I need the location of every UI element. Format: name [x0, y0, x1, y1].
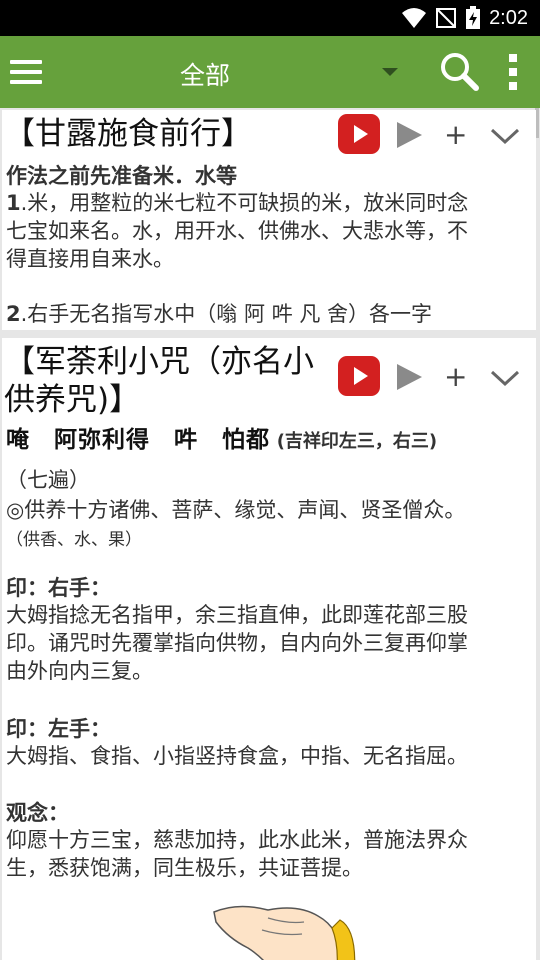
add-icon[interactable]: +: [444, 360, 472, 396]
visualize-text: 生，悉获饱满，同生极乐，共证菩提。: [6, 856, 363, 880]
mantra-line: 唵 阿弥利得 吽 怕都 (吉祥印左三，右三): [6, 426, 437, 456]
menu-button[interactable]: [8, 50, 48, 94]
mantra-text: 唵 阿弥利得 吽 怕都: [6, 427, 270, 453]
category-dropdown[interactable]: 全部: [140, 50, 410, 94]
offering-line: ◎供养十方诸佛、菩萨、缘觉、声闻、贤圣僧众。: [6, 498, 466, 522]
overflow-menu-button[interactable]: [500, 50, 526, 94]
search-button[interactable]: [438, 50, 482, 94]
list-item: 【军荼利小咒（亦名小 供养咒)】 + 唵 阿弥利得 吽 怕都 (吉祥印左三，右三…: [2, 338, 536, 960]
play-icon[interactable]: [394, 362, 424, 392]
repeat-line: （七遍）: [6, 468, 90, 492]
left-hand-label: 印：左手：: [6, 717, 111, 741]
right-hand-text: 印。诵咒时先覆掌指向供物，自内向外三复再仰掌: [6, 631, 468, 655]
item-line: 2.右手无名指写水中（嗡 阿 吽 凡 舍）各一字: [6, 300, 432, 328]
visualize-text: 仰愿十方三宝，慈悲加持，此水此米，普施法界众: [6, 828, 468, 852]
hamburger-bar: [10, 70, 42, 74]
item-title: 【甘露施食前行】: [4, 116, 252, 152]
hamburger-bar: [10, 80, 42, 84]
wifi-icon: [402, 8, 427, 28]
youtube-icon[interactable]: [338, 114, 380, 154]
chevron-down-icon[interactable]: [488, 118, 522, 154]
item-line: 1.米，用整粒的米七粒不可缺损的米，放米同时念: [6, 189, 468, 217]
dropdown-arrow-icon: [382, 68, 398, 76]
line-bold: 作法之前先准备米．水等: [6, 164, 237, 188]
battery-charging-icon: [466, 6, 481, 29]
line-text: .右手无名指写水中（嗡 阿 吽 凡 舍）各一字: [20, 302, 432, 326]
right-hand-text: 大姆指捻无名指甲，余三指直伸，此即莲花部三股: [6, 603, 468, 627]
item-line: 得直接用自来水。: [6, 245, 174, 273]
item-title-cont: 供养咒)】: [4, 382, 141, 418]
visualize-label: 观念：: [6, 801, 69, 825]
youtube-icon[interactable]: [338, 356, 380, 396]
app-bar: 全部: [0, 36, 540, 108]
status-time: 2:02: [489, 6, 528, 29]
line-text: 得直接用自来水。: [6, 247, 174, 271]
line-text: .米，用整粒的米七粒不可缺损的米，放米同时念: [20, 191, 469, 215]
no-signal-icon: [436, 8, 457, 28]
offering-note: （供香、水、果）: [6, 530, 142, 550]
mantra-note: (吉祥印左三，右三): [276, 431, 438, 452]
line-text: 七宝如来名。水，用开水、供佛水、大悲水等，不: [6, 219, 468, 243]
status-bar: 2:02: [0, 0, 540, 36]
line-bold: 2: [6, 302, 21, 326]
right-hand-label: 印：右手：: [6, 576, 111, 600]
hand-mudra-image: [213, 905, 356, 960]
item-title: 【军荼利小咒（亦名小: [4, 344, 314, 380]
item-controls: +: [338, 356, 528, 400]
item-controls: +: [338, 114, 528, 158]
content-list[interactable]: 【甘露施食前行】 + 作法之前先准备米．水等 1.米，用整粒的米七粒不可缺损的米…: [0, 108, 540, 960]
right-hand-text: 由外向内三复。: [6, 659, 153, 683]
search-icon: [441, 53, 479, 91]
category-title: 全部: [180, 61, 231, 90]
hamburger-menu-icon: [10, 60, 42, 64]
item-line: 作法之前先准备米．水等: [6, 162, 237, 190]
left-hand-text: 大姆指、食指、小指竖持食盒，中指、无名指屈。: [6, 744, 468, 768]
line-bold: 1: [6, 191, 21, 215]
list-item: 【甘露施食前行】 + 作法之前先准备米．水等 1.米，用整粒的米七粒不可缺损的米…: [2, 110, 536, 330]
item-line: 七宝如来名。水，用开水、供佛水、大悲水等，不: [6, 217, 468, 245]
status-icons: 2:02: [401, 0, 528, 36]
chevron-down-icon[interactable]: [488, 360, 522, 396]
play-icon[interactable]: [394, 120, 424, 150]
more-vert-icon: [509, 54, 517, 90]
add-icon[interactable]: +: [444, 118, 472, 154]
